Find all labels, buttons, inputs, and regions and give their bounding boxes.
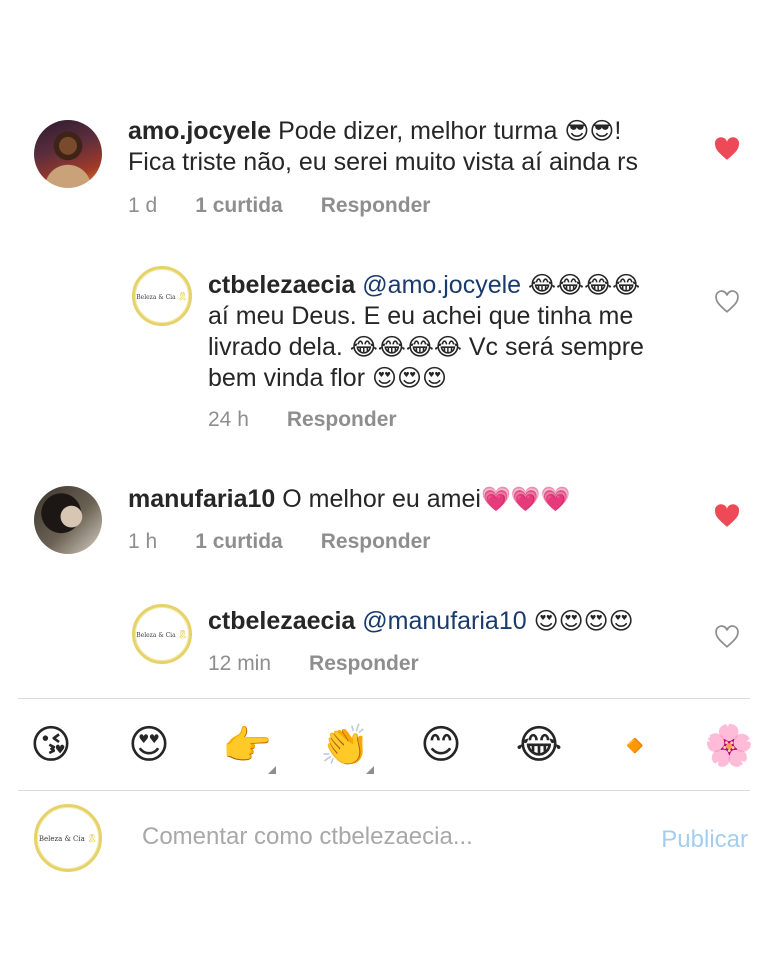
likes-count-link[interactable]: 1 curtida: [195, 194, 283, 218]
comment-username[interactable]: ctbelezaecia: [208, 271, 355, 299]
comment-body-line2: aí meu Deus. E eu achei que tinha me: [208, 302, 634, 330]
comment-meta: 24 h Responder: [208, 408, 435, 432]
comment-emoji: 😍😍😍: [371, 364, 448, 392]
reply-button[interactable]: Responder: [321, 530, 431, 554]
brand-logo: Beleza & Cia 🎗: [136, 629, 188, 639]
skin-tone-indicator-icon: [366, 766, 374, 774]
comment-text: ctbelezaecia @amo.jocyele 😂😂😂😂 aí meu De…: [208, 270, 688, 394]
comment-input[interactable]: [140, 822, 624, 852]
comment-body: O melhor eu amei: [282, 485, 481, 513]
skin-tone-indicator-icon: [268, 766, 276, 774]
comment-username[interactable]: ctbelezaecia: [208, 607, 355, 635]
comment-meta: 12 min Responder: [208, 652, 457, 676]
comment-text: amo.jocyele Pode dizer, melhor turma 😎😎!…: [128, 116, 688, 178]
comment-emoji: 💗💗💗: [480, 485, 571, 513]
kissing-face-icon[interactable]: 😘: [22, 716, 80, 774]
emoji-quick-bar: 😘 😍 👉 👏 😊 😂 🔸 🌸: [0, 716, 768, 778]
avatar[interactable]: Beleza & Cia 🎗: [132, 604, 192, 664]
avatar[interactable]: Beleza & Cia 🎗: [132, 266, 192, 326]
avatar[interactable]: [34, 486, 102, 554]
ribbon-icon: 🎗: [87, 833, 98, 843]
comment-body-line3-end: Vc será sempre: [461, 333, 644, 361]
comment-emoji: 😍😍😍😍: [533, 607, 634, 635]
divider: [18, 790, 750, 791]
reply-button[interactable]: Responder: [321, 194, 431, 218]
pointing-hand-icon[interactable]: 👉: [218, 716, 276, 774]
tears-of-joy-icon[interactable]: 😂: [510, 716, 568, 774]
comment-time: 24 h: [208, 408, 249, 431]
comment-text: manufaria10 O melhor eu amei💗💗💗: [128, 484, 688, 515]
cherry-blossom-icon[interactable]: 🌸: [700, 716, 758, 774]
brand-logo: Beleza & Cia 🎗: [38, 833, 98, 843]
divider: [18, 698, 750, 699]
heart-outline-icon[interactable]: [714, 625, 740, 649]
reply-button[interactable]: Responder: [287, 408, 397, 432]
comment-meta: 1 d 1 curtida Responder: [128, 194, 468, 218]
comment-emoji: 😎😎: [564, 117, 615, 145]
comment-body-end: !: [614, 117, 622, 145]
comment-emoji: 😂😂😂😂: [349, 333, 462, 361]
avatar[interactable]: [34, 120, 102, 188]
orange-diamond-icon[interactable]: 🔸: [606, 716, 664, 774]
ribbon-icon: 🎗: [177, 629, 188, 639]
heart-outline-icon[interactable]: [714, 290, 740, 314]
heart-eyes-icon[interactable]: 😍: [120, 716, 178, 774]
mention-link[interactable]: @amo.jocyele: [362, 271, 521, 299]
heart-filled-icon[interactable]: [714, 137, 740, 161]
likes-count-link[interactable]: 1 curtida: [195, 530, 283, 554]
comments-screen: amo.jocyele Pode dizer, melhor turma 😎😎!…: [0, 0, 768, 960]
reply-button[interactable]: Responder: [309, 652, 419, 676]
comment-username[interactable]: amo.jocyele: [128, 117, 271, 145]
comment-time: 12 min: [208, 652, 272, 675]
ribbon-icon: 🎗: [177, 291, 188, 301]
own-avatar: Beleza & Cia 🎗: [34, 804, 102, 872]
comment-time: 1 d: [128, 194, 158, 217]
clapping-hands-icon[interactable]: 👏: [316, 716, 374, 774]
comment-text: ctbelezaecia @manufaria10 😍😍😍😍: [208, 606, 688, 637]
mention-link[interactable]: @manufaria10: [362, 607, 526, 635]
comment-body: Pode dizer, melhor turma: [278, 117, 565, 145]
comment-body-line2: Fica triste não, eu serei muito vista aí…: [128, 148, 638, 176]
smiling-face-icon[interactable]: 😊: [412, 716, 470, 774]
brand-logo: Beleza & Cia 🎗: [136, 291, 188, 301]
comment-username[interactable]: manufaria10: [128, 485, 275, 513]
comment-time: 1 h: [128, 530, 158, 553]
heart-filled-icon[interactable]: [714, 504, 740, 528]
comment-body-line3: livrado dela.: [208, 333, 350, 361]
comment-emoji: 😂😂😂😂: [528, 271, 641, 299]
comment-meta: 1 h 1 curtida Responder: [128, 530, 468, 554]
comment-compose-bar: Beleza & Cia 🎗 Publicar: [0, 800, 768, 880]
publish-button[interactable]: Publicar: [661, 826, 748, 854]
comment-body-line4: bem vinda flor: [208, 364, 372, 392]
